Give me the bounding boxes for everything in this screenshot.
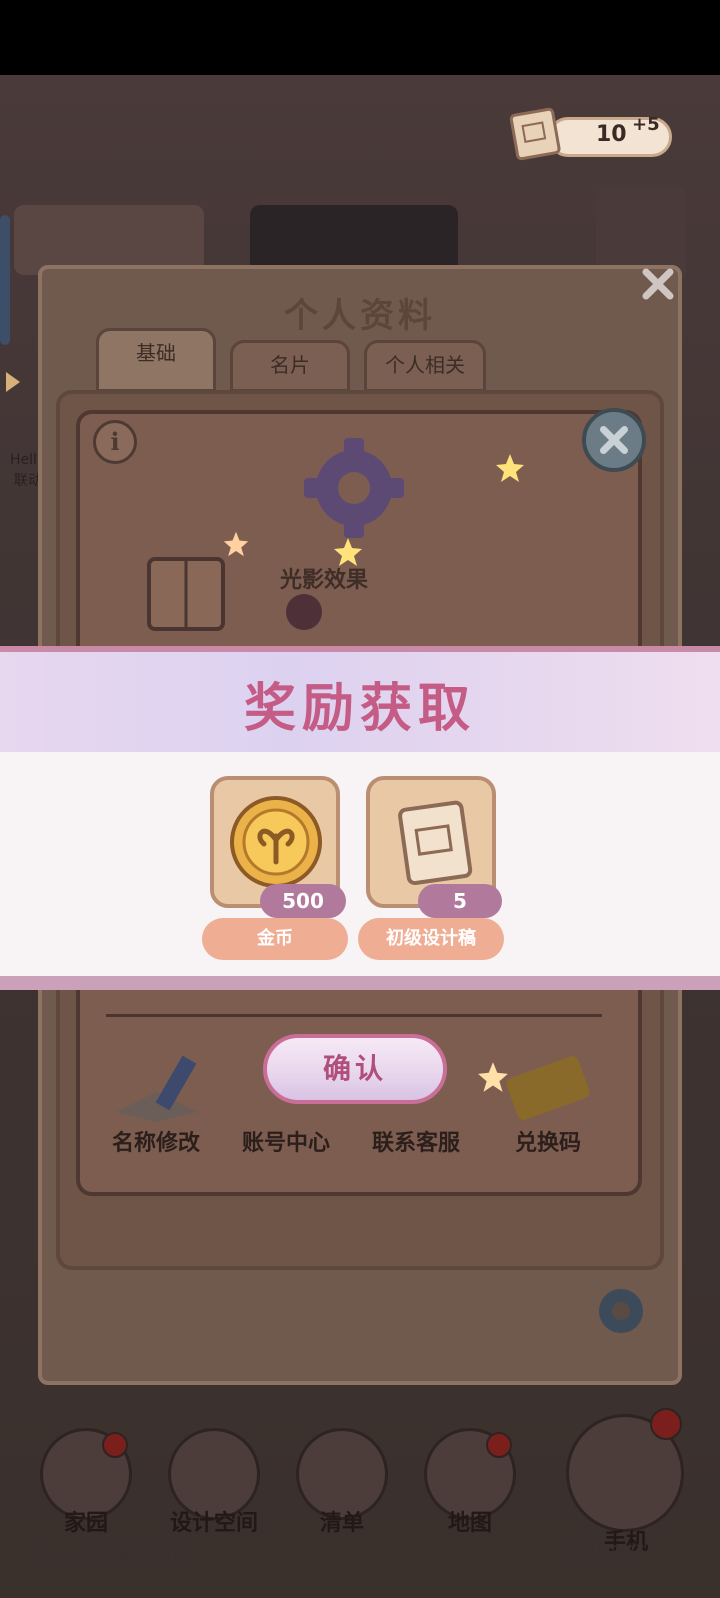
reward-banner-footer (0, 976, 720, 990)
tab-card[interactable]: 名片 (230, 340, 350, 392)
nav-list-label: 清单 (319, 1511, 364, 1536)
subpanel-close-icon[interactable] (582, 408, 646, 472)
account-center-button[interactable]: 账号中心 (226, 1125, 346, 1157)
pencil-icon (116, 1055, 198, 1122)
reward-item-name: 金币 (202, 918, 348, 960)
sparkle-star-icon (478, 1062, 508, 1092)
rename-button[interactable]: 名称修改 (96, 1125, 216, 1157)
side-label-hello: Hell (10, 452, 37, 468)
settings-gear-icon[interactable] (590, 1280, 652, 1342)
sparkle-star-icon (223, 531, 249, 557)
nav-design-label: 设计空间 (169, 1511, 258, 1536)
divider (106, 1014, 602, 1017)
gold-coin-icon (230, 796, 322, 888)
confirm-button[interactable]: 确认 (263, 1034, 447, 1104)
close-icon[interactable] (640, 266, 676, 302)
tab-personal[interactable]: 个人相关 (364, 340, 486, 392)
settings-gear-icon (304, 438, 404, 538)
blueprint-scroll-icon (509, 107, 561, 161)
side-expand-arrow-icon[interactable] (6, 372, 20, 392)
redeem-code-button[interactable]: 兑换码 (488, 1125, 608, 1157)
notification-dot (102, 1432, 128, 1458)
customer-service-button[interactable]: 联系客服 (356, 1125, 476, 1157)
version-label: V.3.10.0.27 (560, 1542, 645, 1560)
ticket-icon (506, 1056, 590, 1120)
status-bar (0, 0, 720, 75)
reward-item-name: 初级设计稿 (358, 918, 504, 960)
blueprint-scroll-icon (398, 800, 473, 886)
resource-plus: +5 (632, 114, 660, 135)
reward-qty-badge: 500 (260, 884, 346, 918)
reward-qty-badge: 5 (418, 884, 502, 918)
sparkle-star-icon (496, 454, 524, 482)
notification-dot (650, 1408, 682, 1440)
nav-home-label: 家园 (63, 1511, 108, 1536)
nav-map-label: 地图 (447, 1511, 492, 1536)
tab-basic[interactable]: 基础 (96, 328, 216, 392)
light-effect-toggle[interactable] (286, 594, 322, 630)
reward-title: 奖励获取 (243, 679, 476, 739)
notification-dot (486, 1432, 512, 1458)
info-icon[interactable]: i (93, 420, 137, 464)
user-id: ID：qQoDkkTXWYI5 (40, 1544, 188, 1562)
resource-value: 10 (596, 122, 627, 147)
window-toggle-icon[interactable] (146, 556, 226, 632)
sparkle-star-icon (334, 538, 362, 566)
